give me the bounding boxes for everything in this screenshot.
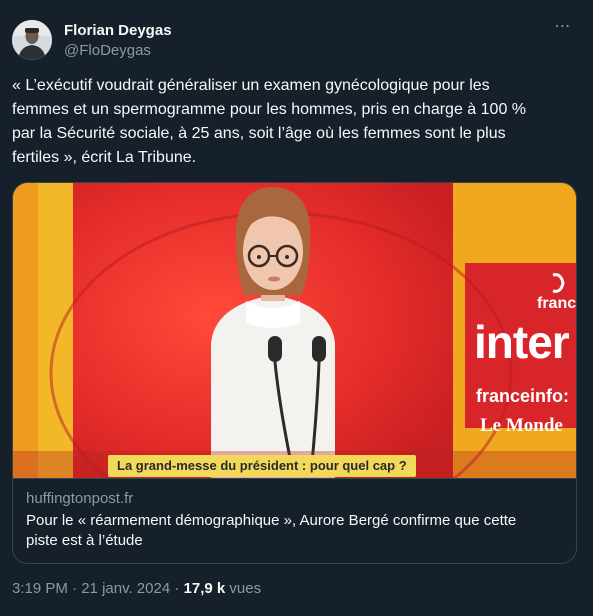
card-title: Pour le « réarmement démographique », Au… [26, 511, 563, 551]
avatar[interactable] [12, 20, 52, 60]
franceinter-logo-text-top: france [537, 295, 576, 312]
author-handle[interactable]: @FloDeygas [64, 41, 172, 61]
meta-separator: · [170, 580, 184, 597]
tweet-date[interactable]: 21 janv. 2024 [81, 580, 170, 597]
franceinfo-logo: franceinfo: [476, 386, 570, 406]
more-options-icon[interactable]: ⋯ [551, 19, 575, 40]
avatar-image [12, 20, 52, 60]
author-display-name[interactable]: Florian Deygas [64, 21, 172, 40]
meta-separator: · [67, 580, 82, 597]
tweet-text: « L’exécutif voudrait généraliser un exa… [12, 74, 577, 170]
lemonde-logo: Le Monde [480, 415, 563, 436]
broadcast-caption: La grand-messe du président : pour quel … [108, 455, 416, 477]
card-title-line: Pour le « réarmement démographique », Au… [26, 512, 517, 529]
tweet-meta: 3:19 PM · 21 janv. 2024 · 17,9 k vues [12, 580, 261, 597]
franceinter-logo: inter [474, 316, 570, 368]
tweet-text-line: « L’exécutif voudrait généraliser un exa… [12, 77, 490, 94]
tweet-text-line: par la Sécurité sociale, à 25 ans, soit … [12, 125, 506, 142]
card-info[interactable]: huffingtonpost.fr Pour le « réarmement d… [13, 478, 576, 563]
card-domain: huffingtonpost.fr [26, 490, 134, 507]
tweet-text-line: femmes et un spermogramme pour les homme… [12, 101, 527, 118]
link-card[interactable]: france inter franceinfo: Le Monde La gra… [12, 182, 577, 564]
tweet-time[interactable]: 3:19 PM [12, 580, 68, 597]
views-count: 17,9 k [183, 580, 226, 597]
tweet-text-line: fertiles », écrit La Tribune. [12, 149, 197, 166]
card-title-line: piste est à l’étude [26, 532, 143, 549]
tweet: Florian Deygas @FloDeygas ⋯ « L’exécutif… [0, 0, 593, 616]
card-image[interactable]: france inter franceinfo: Le Monde La gra… [13, 183, 576, 478]
views-label: vues [225, 580, 262, 597]
author-block: Florian Deygas @FloDeygas [64, 21, 172, 61]
